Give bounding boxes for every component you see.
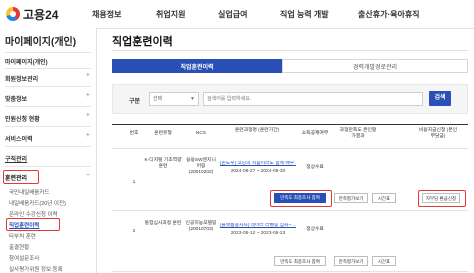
divider <box>5 106 91 107</box>
sidebar-sub-other-ministry[interactable]: 타부처 훈련 <box>9 232 36 240</box>
sidebar-item-custom-info[interactable]: 맞춤정보 <box>5 94 27 103</box>
select-value: 선택 <box>153 96 163 102</box>
search-panel: 구분 선택 ▼ 검색 <box>112 84 468 114</box>
page-title: 직업훈련이력 <box>112 36 173 48</box>
sidebar: 마이페이지(개인) 마이페이지(개인) 회원정보관리 + 맞춤정보 + 민원신청… <box>0 28 97 273</box>
sidebar-sub-survey[interactable]: 참여설문조사 <box>9 254 39 262</box>
cell-status: 정상수료 <box>306 227 324 232</box>
search-label: 구분 <box>129 99 141 105</box>
sidebar-sub-evaluator[interactable]: 실사평가위원 정보 등록 <box>9 265 63 273</box>
course-link[interactable]: [플랫폼종사자] 데이터 라벨링 심화~… <box>220 223 296 229</box>
highlight-box <box>418 190 466 207</box>
sidebar-sub-online-enroll[interactable]: 온라인 수강신청 이력 <box>9 210 58 218</box>
column-header: 비용지급신청 (본인부담금) <box>418 128 458 139</box>
chevron-down-icon: ▼ <box>190 96 195 102</box>
sidebar-item-job-management[interactable]: 구직관리 <box>5 154 27 163</box>
nav-vocational-training[interactable]: 직업 능력 개발 <box>280 9 329 20</box>
sidebar-title: 마이페이지(개인) <box>5 37 77 48</box>
cell-no: 1 <box>132 180 136 185</box>
timetable-button[interactable]: 시간표 <box>372 256 396 266</box>
divider <box>112 271 468 272</box>
cell-period: 2024-08-27 ~ 2024-09-30 <box>230 169 286 174</box>
cell-type: K-디지털 기초역량훈련 <box>144 158 182 169</box>
view-evaluation-button[interactable]: 만족평가보기 <box>334 256 368 266</box>
divider <box>112 50 468 51</box>
view-evaluation-button[interactable]: 만족평가보기 <box>334 193 368 203</box>
sidebar-sub-training-history[interactable]: 직업훈련이력 <box>9 221 39 229</box>
cell-ncs: 응용SW엔지니어링 (20010202) <box>186 158 216 175</box>
column-header: 소득공제여부 <box>301 131 329 136</box>
divider <box>5 68 91 69</box>
divider <box>5 126 91 127</box>
expand-icon[interactable]: + <box>86 92 90 99</box>
category-select[interactable]: 선택 ▼ <box>149 92 199 106</box>
sidebar-sub-card-before-2020[interactable]: 내일배움카드(20년 이전) <box>9 199 66 207</box>
satisfaction-survey-button[interactable]: 만족도 최종조사 참여 <box>274 256 326 266</box>
top-navigation: 고용24 채용정보 취업지원 실업급여 직업 능력 개발 출산휴가·육아휴직 <box>0 0 474 29</box>
sidebar-item-member-info[interactable]: 회원정보관리 <box>5 74 38 83</box>
logo-text: 고용24 <box>23 7 59 22</box>
cell-no: 2 <box>132 229 136 234</box>
nav-jobs[interactable]: 채용정보 <box>92 9 121 20</box>
site-logo[interactable]: 고용24 <box>6 5 58 23</box>
column-header: 훈련유형 <box>154 131 172 136</box>
divider <box>5 146 91 147</box>
column-header: NCS <box>195 131 207 136</box>
cell-ncs: 인공지능모델링 (20010703) <box>185 221 217 232</box>
sidebar-item-training-management[interactable]: 훈련관리 <box>5 173 27 182</box>
column-header: 번호 <box>129 131 139 136</box>
collapse-icon[interactable]: − <box>86 172 90 179</box>
nav-unemployment-benefit[interactable]: 실업급여 <box>218 9 247 20</box>
sidebar-item-mypage[interactable]: 마이페이지(개인) <box>5 57 48 66</box>
training-table <box>112 124 468 125</box>
search-button[interactable]: 검색 <box>429 91 451 106</box>
expand-icon[interactable]: + <box>86 72 90 79</box>
expand-icon[interactable]: + <box>86 132 90 139</box>
main-content: 직업훈련이력 직업훈련이력 경력개발경로관리 구분 선택 ▼ 검색 번호 훈련유… <box>100 28 474 273</box>
divider <box>5 52 91 53</box>
divider <box>5 86 91 87</box>
sidebar-item-civil-status[interactable]: 민원신청 현황 <box>5 114 40 123</box>
sidebar-item-service-history[interactable]: 서비스이력 <box>5 134 33 143</box>
tab-training-history[interactable]: 직업훈련이력 <box>112 59 282 73</box>
nav-parental-leave[interactable]: 출산휴가·육아휴직 <box>358 9 420 20</box>
divider <box>112 210 468 211</box>
column-header: 훈련과정명 (훈련기간) <box>234 128 280 133</box>
divider <box>5 166 91 167</box>
cell-period: 2023-05-12 ~ 2023-06-23 <box>230 231 286 236</box>
divider <box>112 148 468 149</box>
cell-status: 정상수료 <box>306 165 324 170</box>
expand-icon[interactable]: + <box>86 112 90 119</box>
search-input[interactable] <box>203 92 423 106</box>
column-header: 과정만족도 본인평가결과 <box>339 128 377 139</box>
tab-career-path[interactable]: 경력개발경로관리 <box>282 59 468 73</box>
course-link[interactable]: [윈도우] 코딩의 처음이라도 함께 배우… <box>220 161 296 167</box>
sidebar-sub-attendance[interactable]: 출결현황 <box>9 243 29 251</box>
sidebar-sub-national-card[interactable]: 국민내일배움카드 <box>9 188 49 196</box>
nav-employment-support[interactable]: 취업지원 <box>156 9 185 20</box>
highlight-box <box>270 190 332 207</box>
timetable-button[interactable]: 시간표 <box>372 193 396 203</box>
logo-icon <box>6 7 20 21</box>
cell-type: 통합심사과정 훈련 <box>144 221 182 226</box>
